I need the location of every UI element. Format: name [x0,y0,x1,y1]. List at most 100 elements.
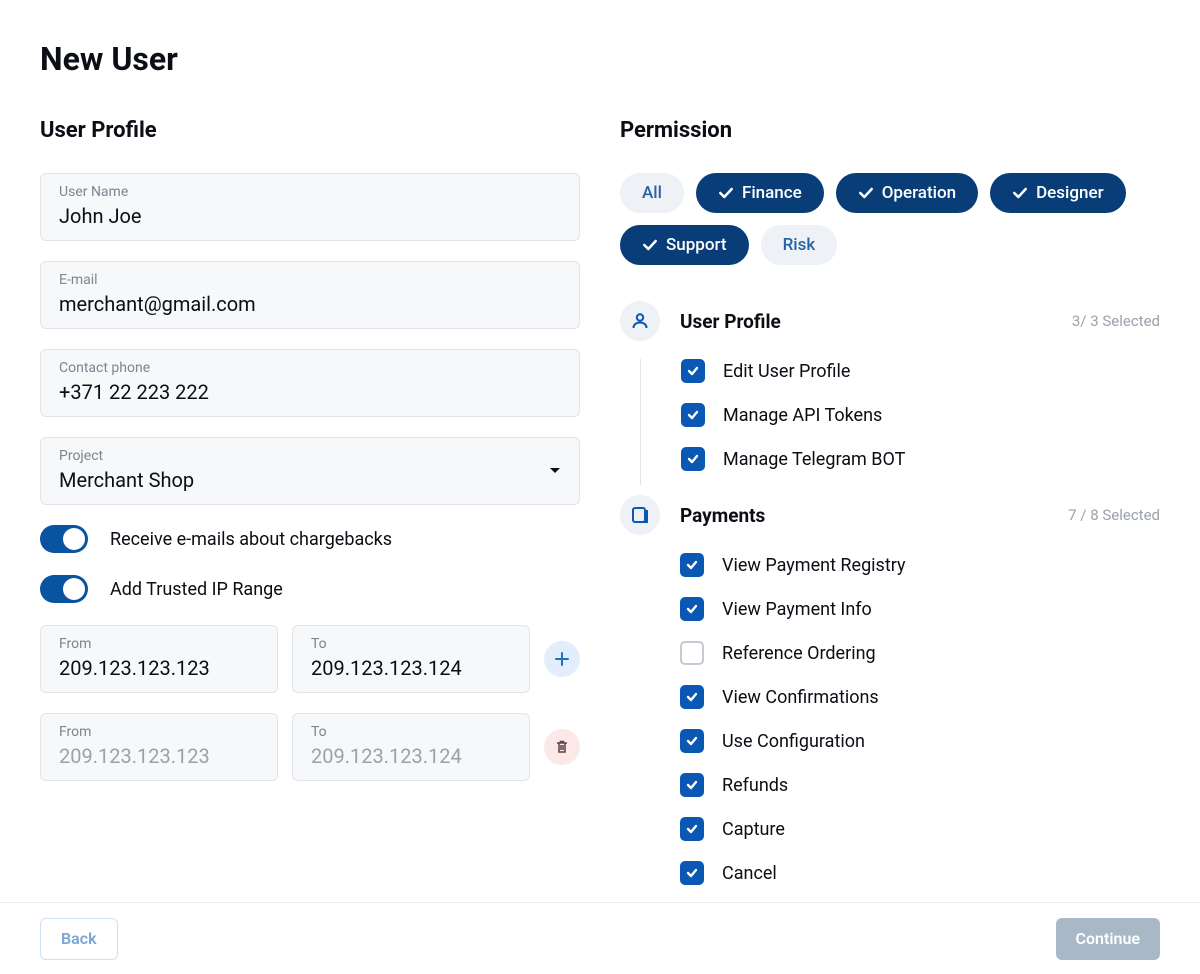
chevron-down-icon [549,467,561,475]
permission-section: Permission All Finance Operation Designer Su… [620,118,1160,909]
permission-item-label: Manage API Tokens [723,405,882,426]
permission-group-title: User Profile [680,310,781,333]
ip-from-label: From [59,724,259,740]
phone-value: +371 22 223 222 [59,380,561,404]
check-icon [718,185,734,201]
project-label: Project [59,448,535,464]
permission-group-header: Payments 7 / 8 Selected [620,495,1160,535]
permission-group-count: 3/ 3 Selected [1072,312,1160,330]
ip-range-toggle[interactable] [40,575,88,603]
username-value: John Joe [59,204,561,228]
ip-from-value: 209.123.123.123 [59,656,259,680]
permission-items: Edit User Profile Manage API Tokens Manage… [640,359,1160,485]
payments-icon [620,495,660,535]
role-chip-risk[interactable]: Risk [761,225,838,265]
user-profile-heading: User Profile [40,118,580,143]
role-chip-operation[interactable]: Operation [836,173,978,213]
permission-checkbox[interactable] [680,817,704,841]
username-label: User Name [59,184,561,200]
ip-range-toggle-label: Add Trusted IP Range [110,579,283,600]
permission-item: View Payment Registry [680,553,1160,577]
permission-item: Manage Telegram BOT [681,447,1160,471]
permission-checkbox[interactable] [681,359,705,383]
permission-item-label: Use Configuration [722,731,865,752]
permission-item: Refunds [680,773,1160,797]
permission-group-title: Payments [680,504,765,527]
ip-from-field[interactable]: From 209.123.123.123 [40,625,278,693]
permission-item: View Confirmations [680,685,1160,709]
permission-item: Use Configuration [680,729,1160,753]
role-chip-label: Support [666,235,727,255]
trash-icon [554,739,570,755]
user-icon [620,301,660,341]
permission-checkbox[interactable] [681,447,705,471]
permission-checkbox[interactable] [680,597,704,621]
email-label: E-mail [59,272,561,288]
chargebacks-toggle[interactable] [40,525,88,553]
permission-checkbox[interactable] [680,553,704,577]
email-field[interactable]: E-mail merchant@gmail.com [40,261,580,329]
permission-checkbox[interactable] [680,685,704,709]
role-chip-label: Designer [1036,183,1104,203]
permission-group-count: 7 / 8 Selected [1068,506,1160,524]
permission-checkbox[interactable] [681,403,705,427]
add-ip-button[interactable] [544,641,580,677]
ip-to-label: To [311,724,511,740]
username-field[interactable]: User Name John Joe [40,173,580,241]
footer-bar: Back Continue [0,902,1200,974]
plus-icon [554,651,570,667]
check-icon [858,185,874,201]
permission-item-label: Edit User Profile [723,361,850,382]
permission-checkbox[interactable] [680,641,704,665]
ip-to-field[interactable]: To 209.123.123.124 [292,625,530,693]
permission-checkbox[interactable] [680,861,704,885]
permission-item-label: Cancel [722,863,777,884]
email-value: merchant@gmail.com [59,292,561,316]
project-select[interactable]: Project Merchant Shop [40,437,580,505]
role-chip-all[interactable]: All [620,173,684,213]
check-icon [1012,185,1028,201]
ip-from-label: From [59,636,259,652]
permission-item-label: Refunds [722,775,788,796]
permission-item-label: View Confirmations [722,687,879,708]
permission-groups: User Profile 3/ 3 Selected Edit User Profi… [620,301,1160,909]
user-profile-section: User Profile User Name John Joe E-mail m… [40,118,580,909]
ip-to-label: To [311,636,511,652]
continue-button[interactable]: Continue [1056,918,1160,960]
permission-group-header: User Profile 3/ 3 Selected [620,301,1160,341]
ip-from-field[interactable]: From [40,713,278,781]
ip-to-value: 209.123.123.124 [311,656,511,680]
permission-item-label: View Payment Registry [722,555,906,576]
permission-item: Edit User Profile [681,359,1160,383]
back-button[interactable]: Back [40,918,118,960]
phone-label: Contact phone [59,360,561,376]
role-chip-finance[interactable]: Finance [696,173,824,213]
page-title: New User [40,40,1160,78]
chargebacks-toggle-label: Receive e-mails about chargebacks [110,529,392,550]
ip-row: From To [40,713,580,781]
role-chip-designer[interactable]: Designer [990,173,1126,213]
permission-item-label: Reference Ordering [722,643,876,664]
phone-field[interactable]: Contact phone +371 22 223 222 [40,349,580,417]
role-chip-support[interactable]: Support [620,225,749,265]
permission-item-label: Capture [722,819,785,840]
delete-ip-button[interactable] [544,729,580,765]
check-icon [642,237,658,253]
permission-item: View Payment Info [680,597,1160,621]
ip-to-field[interactable]: To [292,713,530,781]
permission-heading: Permission [620,118,1160,143]
permission-item-label: Manage Telegram BOT [723,449,905,470]
permission-items: View Payment Registry View Payment Info Re… [640,553,1160,899]
permission-item-label: View Payment Info [722,599,872,620]
permission-item: Reference Ordering [680,641,1160,665]
ip-to-input[interactable] [311,744,511,768]
role-chip-label: Risk [783,235,816,255]
permission-checkbox[interactable] [680,729,704,753]
permission-item: Cancel [680,861,1160,885]
permission-item: Manage API Tokens [681,403,1160,427]
ip-from-input[interactable] [59,744,259,768]
project-value: Merchant Shop [59,468,535,492]
permission-group: Payments 7 / 8 Selected View Payment Regis… [620,495,1160,909]
role-chip-label: Operation [882,183,956,203]
permission-checkbox[interactable] [680,773,704,797]
